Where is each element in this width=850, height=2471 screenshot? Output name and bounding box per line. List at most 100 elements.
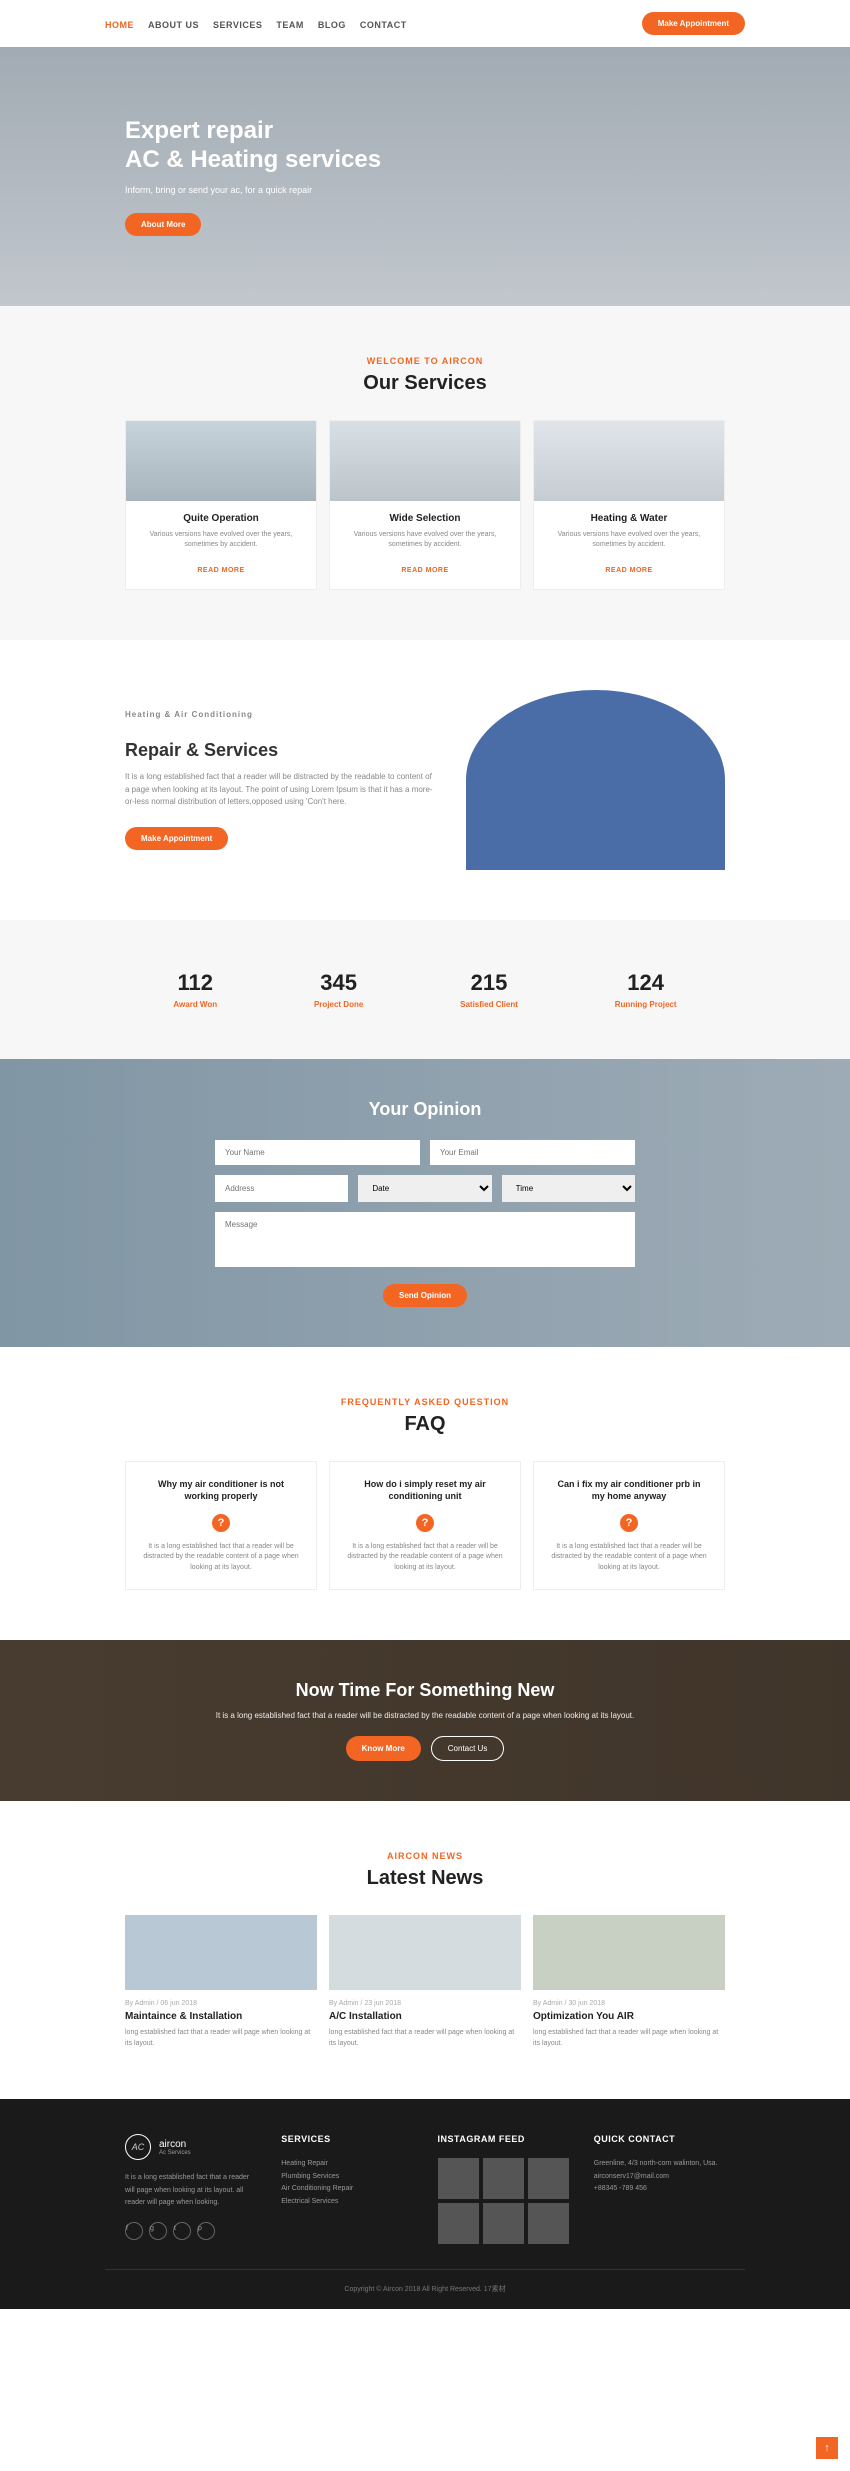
service-image	[330, 421, 520, 501]
stats-section: 112Award Won 345Project Done 215Satisfie…	[0, 920, 850, 1059]
footer-link[interactable]: Air Conditioning Repair	[281, 2183, 412, 2196]
nav-home[interactable]: HOME	[105, 20, 134, 30]
service-title: Quite Operation	[138, 513, 304, 524]
google-icon[interactable]: g	[149, 2222, 167, 2240]
know-more-button[interactable]: Know More	[346, 1736, 421, 1761]
service-text: Various versions have evolved over the y…	[546, 530, 712, 551]
news-image	[329, 1915, 521, 1990]
news-card: By Admin / 06 jun 2018 Maintaince & Inst…	[125, 1915, 317, 2049]
news-section: AIRCON NEWS Latest News By Admin / 06 ju…	[0, 1801, 850, 2099]
back-to-top-button[interactable]: ↑	[816, 2437, 838, 2459]
news-image	[533, 1915, 725, 1990]
footer-link[interactable]: Electrical Services	[281, 2196, 412, 2209]
service-title: Heating & Water	[546, 513, 712, 524]
opinion-section: Your Opinion Date Time Send Opinion	[0, 1059, 850, 1347]
service-card: Heating & Water Various versions have ev…	[533, 420, 725, 590]
read-more-link[interactable]: READ MORE	[197, 567, 244, 574]
faq-card: Can i fix my air conditioner prb in my h…	[533, 1461, 725, 1591]
cta-text: It is a long established fact that a rea…	[125, 1711, 725, 1720]
service-card: Quite Operation Various versions have ev…	[125, 420, 317, 590]
name-input[interactable]	[215, 1140, 420, 1165]
faq-title: FAQ	[125, 1413, 725, 1436]
news-text: long established fact that a reader will…	[533, 2028, 725, 2049]
facebook-icon[interactable]: f	[125, 2222, 143, 2240]
time-select[interactable]: Time	[502, 1175, 635, 1202]
make-appointment-button[interactable]: Make Appointment	[642, 12, 745, 35]
make-appointment-button[interactable]: Make Appointment	[125, 827, 228, 850]
instagram-thumb[interactable]	[438, 2203, 479, 2244]
stat-label: Running Project	[615, 1000, 677, 1009]
news-text: long established fact that a reader will…	[125, 2028, 317, 2049]
instagram-thumb[interactable]	[438, 2158, 479, 2199]
stat-number: 124	[615, 970, 677, 996]
repair-title: Repair & Services	[125, 740, 436, 761]
faq-question: Why my air conditioner is not working pr…	[142, 1478, 300, 1503]
stat-item: 112Award Won	[173, 970, 217, 1009]
nav-team[interactable]: TEAM	[276, 20, 304, 30]
nav-contact[interactable]: CONTACT	[360, 20, 407, 30]
news-meta: By Admin / 23 jun 2018	[329, 2000, 521, 2007]
services-title: Our Services	[125, 372, 725, 395]
service-card: Wide Selection Various versions have evo…	[329, 420, 521, 590]
footer-heading: INSTAGRAM FEED	[438, 2134, 569, 2144]
service-image	[126, 421, 316, 501]
contact-us-button[interactable]: Contact Us	[431, 1736, 505, 1761]
footer-instagram: INSTAGRAM FEED	[438, 2134, 569, 2244]
instagram-thumb[interactable]	[528, 2158, 569, 2199]
services-label: WELCOME TO AIRCON	[125, 356, 725, 366]
logo-icon: AC	[125, 2134, 151, 2160]
stat-label: Satisfied Client	[460, 1000, 518, 1009]
faq-card: Why my air conditioner is not working pr…	[125, 1461, 317, 1591]
instagram-thumb[interactable]	[528, 2203, 569, 2244]
send-opinion-button[interactable]: Send Opinion	[383, 1284, 467, 1307]
footer-services: SERVICES Heating Repair Plumbing Service…	[281, 2134, 412, 2244]
faq-answer: It is a long established fact that a rea…	[346, 1542, 504, 1574]
news-title: Latest News	[125, 1867, 725, 1890]
news-item-title[interactable]: Optimization You AIR	[533, 2011, 725, 2022]
news-text: long established fact that a reader will…	[329, 2028, 521, 2049]
faq-answer: It is a long established fact that a rea…	[550, 1542, 708, 1574]
brand-sub: Ac Services	[159, 2150, 191, 2156]
faq-answer: It is a long established fact that a rea…	[142, 1542, 300, 1574]
footer-about: AC airconAc Services It is a long establ…	[125, 2134, 256, 2244]
news-card: By Admin / 23 jun 2018 A/C Installation …	[329, 1915, 521, 2049]
news-card: By Admin / 30 jun 2018 Optimization You …	[533, 1915, 725, 2049]
footer-email: airconserv17@mail.com	[594, 2171, 725, 2184]
news-item-title[interactable]: Maintaince & Installation	[125, 2011, 317, 2022]
hero-title: Expert repairAC & Heating services	[125, 117, 725, 175]
news-label: AIRCON NEWS	[125, 1851, 725, 1861]
footer-heading: QUICK CONTACT	[594, 2134, 725, 2144]
service-title: Wide Selection	[342, 513, 508, 524]
header: HOME ABOUT US SERVICES TEAM BLOG CONTACT…	[105, 0, 745, 47]
address-input[interactable]	[215, 1175, 348, 1202]
read-more-link[interactable]: READ MORE	[401, 567, 448, 574]
news-image	[125, 1915, 317, 1990]
footer-about-text: It is a long established fact that a rea…	[125, 2172, 256, 2210]
nav-blog[interactable]: BLOG	[318, 20, 346, 30]
service-image	[534, 421, 724, 501]
instagram-thumb[interactable]	[483, 2158, 524, 2199]
nav-services[interactable]: SERVICES	[213, 20, 262, 30]
opinion-title: Your Opinion	[0, 1099, 850, 1120]
message-textarea[interactable]	[215, 1212, 635, 1267]
footer-link[interactable]: Heating Repair	[281, 2158, 412, 2171]
opinion-form: Date Time Send Opinion	[215, 1140, 635, 1307]
faq-question: How do i simply reset my air conditionin…	[346, 1478, 504, 1503]
date-select[interactable]: Date	[358, 1175, 491, 1202]
footer-heading: SERVICES	[281, 2134, 412, 2144]
stat-item: 345Project Done	[314, 970, 363, 1009]
pinterest-icon[interactable]: p	[197, 2222, 215, 2240]
stat-number: 112	[173, 970, 217, 996]
faq-card: How do i simply reset my air conditionin…	[329, 1461, 521, 1591]
footer-link[interactable]: Plumbing Services	[281, 2171, 412, 2184]
twitter-icon[interactable]: t	[173, 2222, 191, 2240]
read-more-link[interactable]: READ MORE	[605, 567, 652, 574]
faq-section: FREQUENTLY ASKED QUESTION FAQ Why my air…	[0, 1347, 850, 1641]
about-more-button[interactable]: About More	[125, 213, 201, 236]
instagram-thumb[interactable]	[483, 2203, 524, 2244]
nav-about[interactable]: ABOUT US	[148, 20, 199, 30]
repair-image	[466, 690, 725, 870]
news-item-title[interactable]: A/C Installation	[329, 2011, 521, 2022]
email-input[interactable]	[430, 1140, 635, 1165]
stat-label: Project Done	[314, 1000, 363, 1009]
